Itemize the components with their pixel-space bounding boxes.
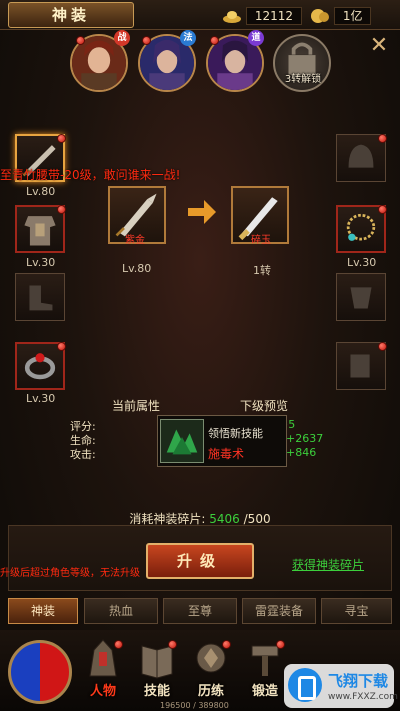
slot-right-1-alert-dot (378, 134, 387, 143)
game-scene: 神装 12112 1亿 ✕ 战 法 道 3转解锁 Lv.80 Lv.30 Lv.… (0, 0, 400, 711)
current-item-level: Lv.80 (122, 262, 152, 275)
gold-amount: 12112 (245, 6, 303, 25)
slot-right-2-alert-dot (378, 205, 387, 214)
skill-tooltip: 领悟新技能 施毒术 (157, 415, 287, 467)
slot-left-4-level: Lv.30 (26, 392, 56, 405)
watermark-url: www.FXXZ.com (328, 692, 398, 702)
hp-mp-orb (8, 640, 72, 704)
page-title: 神装 (8, 2, 134, 28)
belt-icon (350, 354, 370, 378)
nav-character-alert-dot (114, 640, 123, 649)
tab-supreme[interactable]: 至尊 (163, 598, 237, 624)
tooltip-skill-name: 施毒术 (208, 447, 245, 461)
nav-skills-label: 技能 (143, 684, 170, 699)
slot-right-2-level: Lv.30 (347, 256, 377, 269)
shard-cost-label: 消耗神装碎片: (129, 512, 206, 526)
bracelet-icon (350, 287, 372, 309)
top-bar: 神装 12112 1亿 (0, 0, 400, 30)
get-shards-link[interactable]: 获得神装碎片 (292, 556, 364, 573)
current-item-tag: 紫金 (125, 235, 145, 246)
locked-hero-label: 3转解锁 (284, 74, 322, 85)
equip-slot-right-3[interactable] (336, 273, 386, 321)
shard-owned: 5406 (209, 512, 240, 526)
close-icon[interactable]: ✕ (368, 35, 390, 58)
slot-left-2-level: Lv.30 (26, 256, 56, 269)
necklace-icon (346, 213, 376, 241)
nav-forge-label: 锻造 (251, 684, 278, 699)
slot-right-4-alert-dot (378, 342, 387, 351)
tab-divine-gear[interactable]: 神装 (8, 598, 78, 624)
next-item-tag: 碎玉 (251, 235, 271, 246)
mage-role-badge: 法 (180, 30, 196, 46)
attr-attack-label: 攻击: (70, 448, 96, 461)
tab-thunder-gear[interactable]: 雷霆装备 (242, 598, 316, 624)
coin-icon (310, 8, 330, 24)
slot-left-1-alert-dot (57, 134, 66, 143)
helmet-icon (348, 144, 374, 168)
warrior-role-badge: 战 (114, 30, 130, 46)
taoist-role-badge: 道 (248, 30, 264, 46)
gold-ingot-icon (222, 8, 242, 24)
warrior-alert-dot (76, 36, 85, 45)
taoist-alert-dot (210, 36, 219, 45)
xp-readout: 196500 / 389800 (160, 701, 229, 710)
next-item-level: 1转 (253, 264, 271, 277)
nav-skills-alert-dot (168, 640, 177, 649)
upgrade-button[interactable]: 升级 (146, 543, 254, 579)
equip-slot-left-3[interactable] (15, 273, 65, 321)
poison-skill-icon (160, 419, 204, 463)
shard-required: /500 (243, 512, 271, 526)
gold-resource: 12112 (222, 5, 303, 25)
armor-icon (24, 216, 56, 246)
boots-icon (29, 285, 53, 311)
coin-amount: 1亿 (333, 6, 372, 25)
arrow-right-icon (188, 200, 216, 224)
slot-left-1-level: Lv.80 (26, 185, 56, 198)
nav-training-alert-dot (222, 640, 231, 649)
marquee-announcement: 至青竹腰带-20级，敢问谁来一战! (0, 168, 181, 182)
slot-left-2-alert-dot (57, 205, 66, 214)
current-attributes-header: 当前属性 (112, 399, 161, 413)
nav-training-label: 历练 (197, 684, 224, 699)
tooltip-title: 领悟新技能 (208, 427, 263, 440)
tab-treasure-hunt[interactable]: 寻宝 (321, 598, 392, 624)
watermark-name: 飞翔下载 (328, 672, 389, 690)
watermark-logo-icon (288, 668, 322, 702)
nav-character-label: 人物 (89, 684, 116, 699)
slot-left-4-alert-dot (57, 342, 66, 351)
ring-icon (24, 353, 56, 380)
watermark: 飞翔下载 www.FXXZ.com (284, 664, 398, 708)
level-warning: 升级后超过角色等级，无法升级 (0, 568, 140, 579)
mage-alert-dot (142, 36, 151, 45)
tab-hot-blood[interactable]: 热血 (84, 598, 158, 624)
coin-resource: 1亿 (310, 5, 372, 25)
next-attributes-header: 下级预览 (240, 399, 289, 413)
nav-forge-alert-dot (276, 640, 285, 649)
